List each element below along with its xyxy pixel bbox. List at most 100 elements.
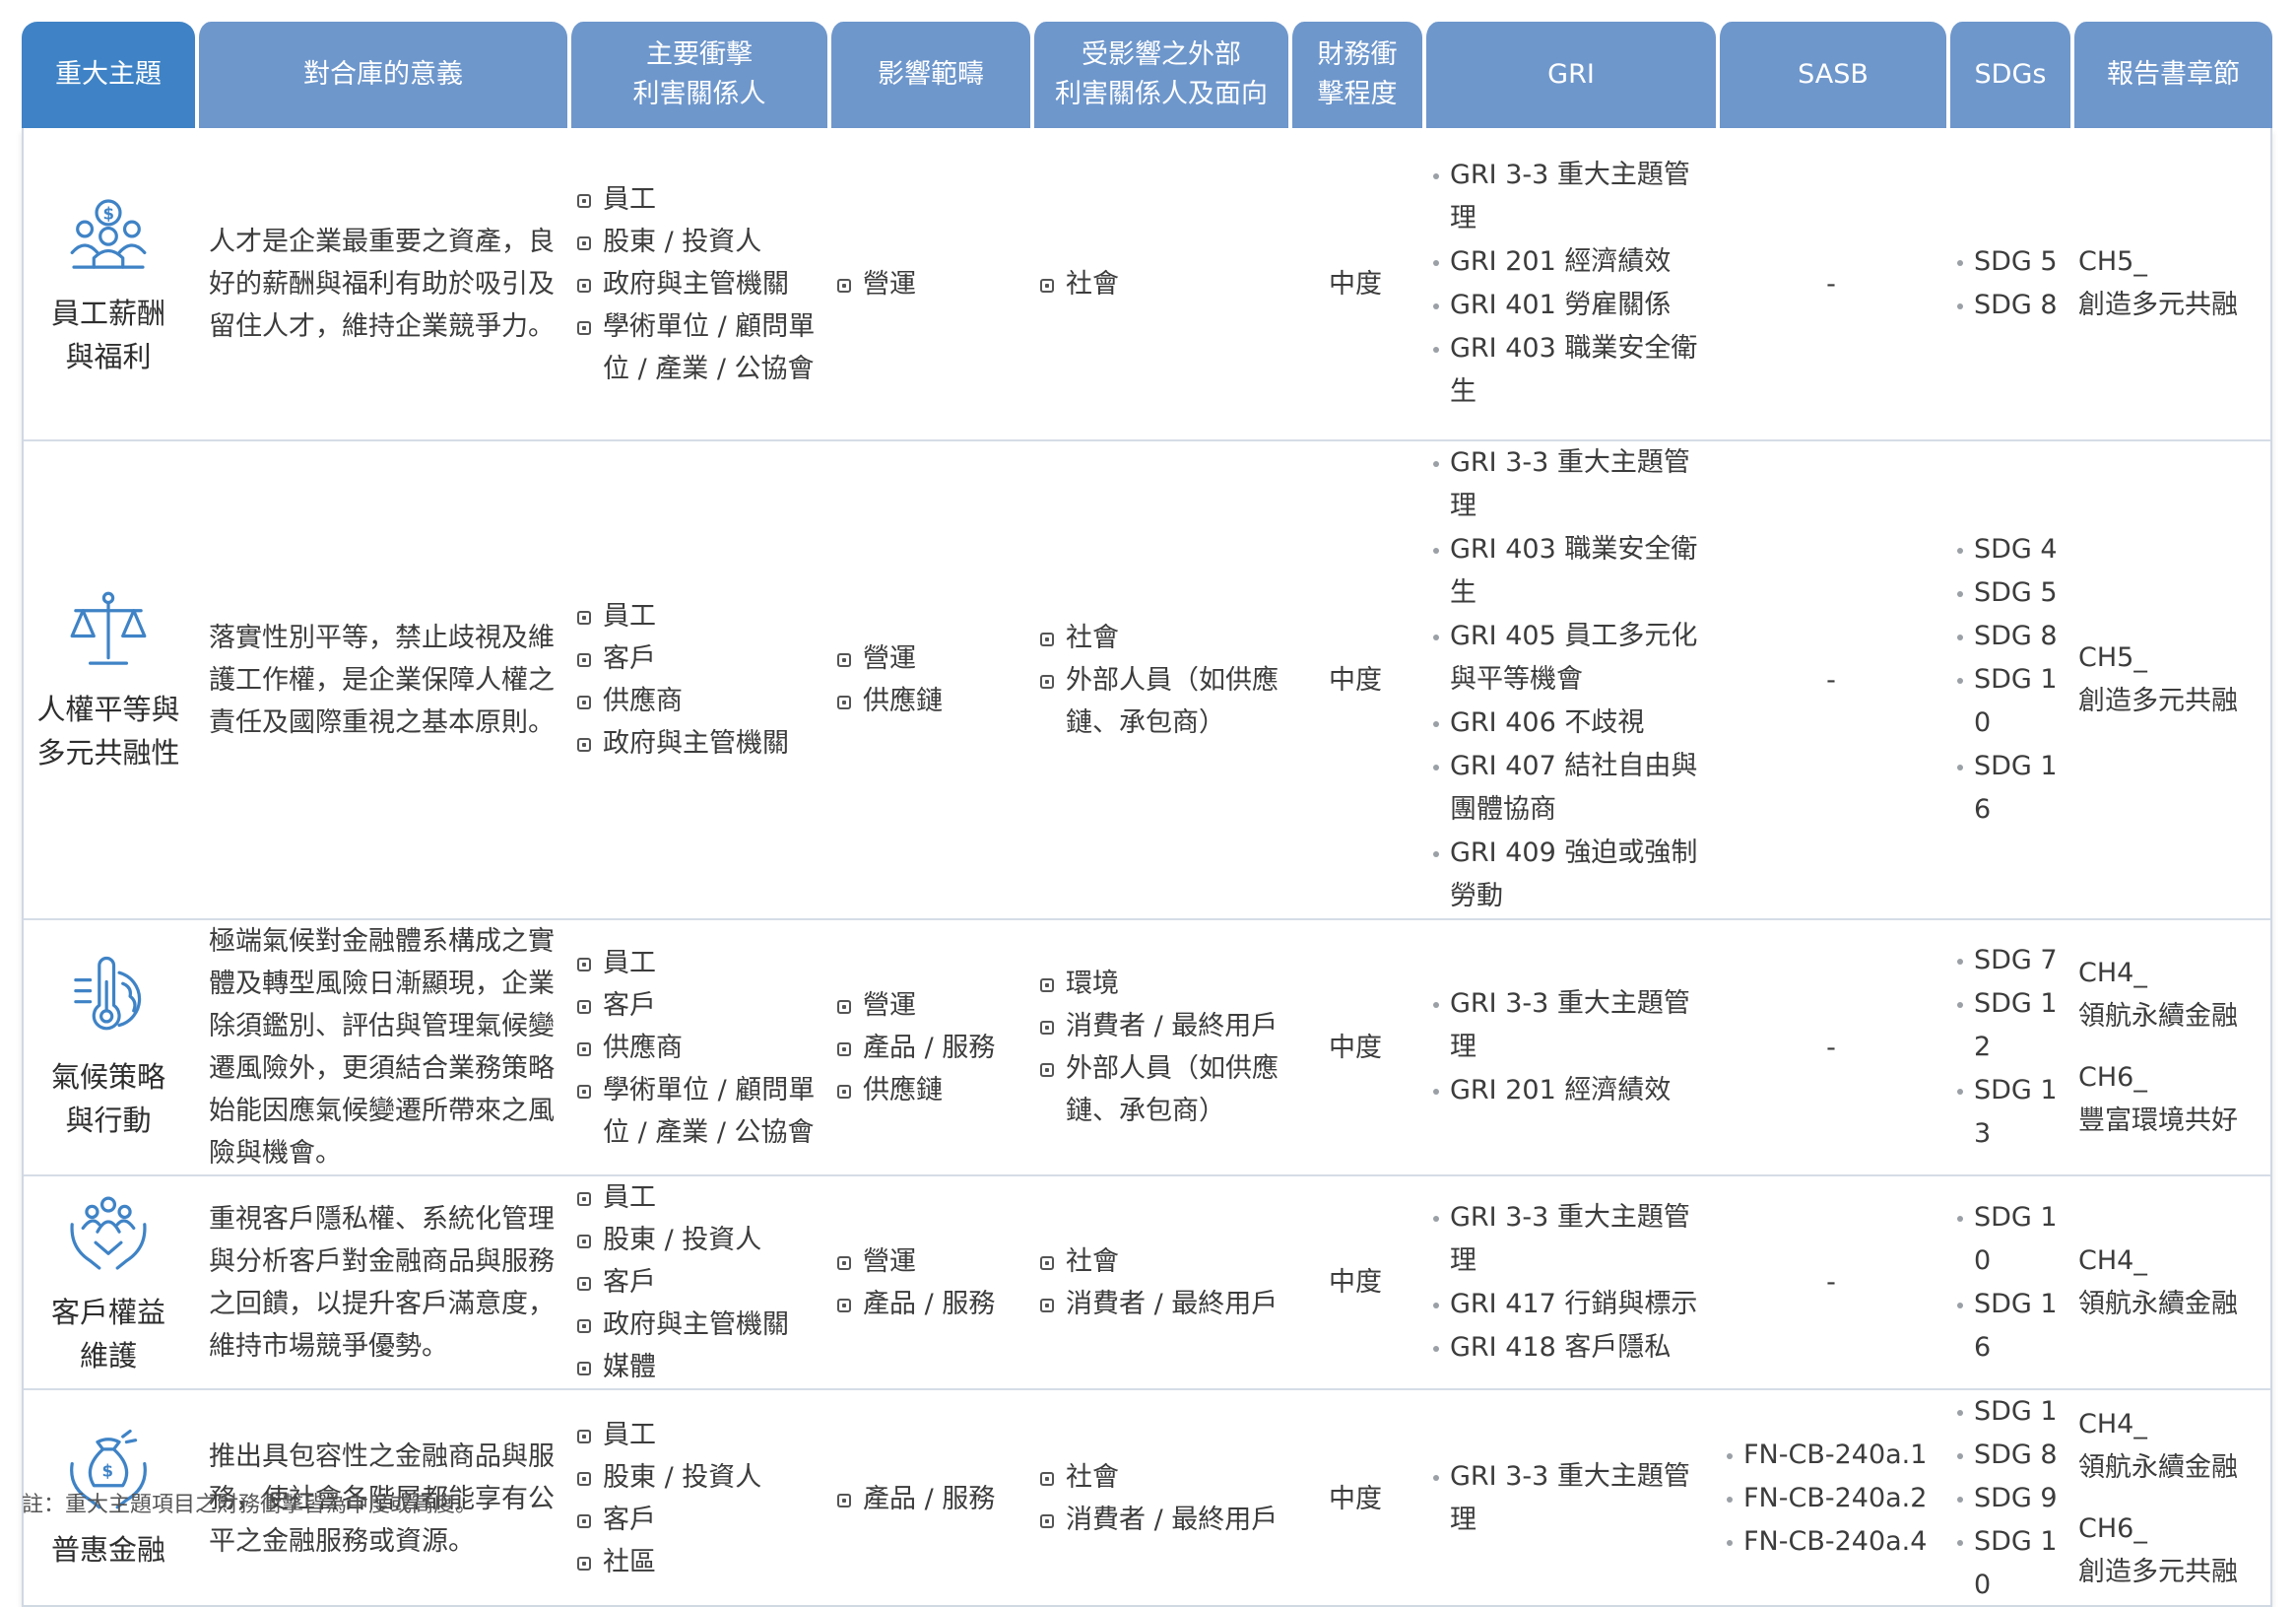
- material-topics-table-wrapper: 重大主題 對合庫的意義 主要衝擊 利害關係人 影響範疇 受影響之外部 利害關係人及面…: [22, 22, 2272, 1607]
- gri-cell: GRI 3-3 重大主題管理 GRI 201 經濟績效 GRI 401 勞雇關係 GR…: [1422, 128, 1716, 441]
- financial-impact-cell: 中度: [1288, 441, 1422, 920]
- topic-name-line: 人權平等與: [36, 693, 180, 726]
- sdgs-cell: SDG 10 SDG 16: [1946, 1176, 2070, 1390]
- sdg-item: SDG 16: [1954, 1283, 2063, 1370]
- external-item: 消費者 / 最終用戶: [1038, 1283, 1280, 1325]
- stakeholder-item-list: 員工 股東 / 投資人 客戶 政府與主管機關 媒體: [575, 1176, 820, 1388]
- external-item-list: 社會 外部人員（如供應鏈、承包商）: [1038, 617, 1280, 744]
- gri-item: GRI 201 經濟績效: [1430, 1069, 1708, 1112]
- topic-name-line: 普惠金融: [50, 1533, 165, 1567]
- gri-item: GRI 407 結社自由與團體協商: [1430, 745, 1708, 832]
- svg-text:$: $: [102, 1462, 114, 1481]
- gri-item-list: GRI 3-3 重大主題管理 GRI 403 職業安全衛生 GRI 405 員工多元…: [1430, 441, 1708, 918]
- sasb-empty: -: [1826, 664, 1836, 696]
- stakeholder-item: 客戶: [575, 637, 820, 680]
- sasb-item: FN-CB-240a.4: [1724, 1520, 1938, 1564]
- stakeholder-item-list: 員工 股東 / 投資人 客戶 社區: [575, 1414, 820, 1583]
- external-item-list: 環境 消費者 / 最終用戶 外部人員（如供應鏈、承包商）: [1038, 963, 1280, 1132]
- external-item-list: 社會: [1038, 263, 1280, 305]
- gri-item: GRI 405 員工多元化與平等機會: [1430, 615, 1708, 702]
- stakeholder-item: 學術單位 / 顧問單位 / 產業 / 公協會: [575, 1069, 820, 1154]
- sdg-item: SDG 5: [1954, 571, 2063, 615]
- gri-item-list: GRI 3-3 重大主題管理 GRI 417 行銷與標示 GRI 418 客戶隱私: [1430, 1196, 1708, 1370]
- sasb-empty: -: [1826, 1032, 1836, 1063]
- meaning-cell: 重視客戶隱私權、系統化管理與分析客戶對金融商品與服務之回饋，以提升客戶滿意度，維…: [195, 1176, 567, 1390]
- topic-name-line: 與福利: [65, 340, 152, 373]
- topic-name: 氣候策略 與行動: [26, 1055, 191, 1142]
- sasb-item: FN-CB-240a.1: [1724, 1434, 1938, 1477]
- sasb-item-list: FN-CB-240a.1 FN-CB-240a.2 FN-CB-240a.4: [1724, 1434, 1938, 1564]
- chapter-title: 領航永續金融: [2078, 1001, 2238, 1032]
- stakeholders-cell: 員工 客戶 供應商 政府與主管機關: [567, 441, 827, 920]
- table-row: 客戶權益 維護 重視客戶隱私權、系統化管理與分析客戶對金融商品與服務之回饋，以提升客…: [22, 1176, 2272, 1390]
- sdgs-cell: SDG 4 SDG 5 SDG 8 SDG 10 SDG 16: [1946, 441, 2070, 920]
- sdg-item: SDG 5: [1954, 240, 2063, 284]
- gri-item-list: GRI 3-3 重大主題管理: [1430, 1455, 1708, 1542]
- external-cell: 社會: [1030, 128, 1288, 441]
- topic-name: 人權平等與多元共融性: [26, 688, 191, 774]
- header-scope: 影響範疇: [827, 22, 1030, 128]
- gri-cell: GRI 3-3 重大主題管理: [1422, 1390, 1716, 1607]
- scope-cell: 營運: [827, 128, 1030, 441]
- chapter-code: CH4_: [2078, 1244, 2147, 1276]
- topic-name: 員工薪酬 與福利: [26, 292, 191, 378]
- svg-text:$: $: [102, 204, 114, 223]
- scope-item-list: 營運 供應鏈: [835, 637, 1022, 722]
- gri-item: GRI 417 行銷與標示: [1430, 1283, 1708, 1326]
- table-row: 人權平等與 多元共融性 落實性別平等，禁止歧視及維護工作權，是企業保障人權之責任及國…: [22, 441, 2272, 920]
- sdg-item: SDG 12: [1954, 982, 2063, 1069]
- customer-care-icon: [63, 1188, 154, 1279]
- financial-impact-cell: 中度: [1288, 1176, 1422, 1390]
- stakeholder-item: 員工: [575, 1414, 820, 1456]
- climate-thermometer-icon: [63, 953, 154, 1043]
- scope-item: 營運: [835, 1240, 1022, 1283]
- stakeholder-item: 媒體: [575, 1346, 820, 1388]
- scope-cell: 營運 供應鏈: [827, 441, 1030, 920]
- scope-item-list: 營運: [835, 263, 1022, 305]
- stakeholder-item: 客戶: [575, 1261, 820, 1304]
- meaning-cell: 人才是企業最重要之資產，良好的薪酬與福利有助於吸引及留住人才，維持企業競爭力。: [195, 128, 567, 441]
- chapter-title: 領航永續金融: [2078, 1452, 2238, 1483]
- external-item: 社會: [1038, 1456, 1280, 1499]
- topic-name-line: 客戶權益: [50, 1295, 165, 1329]
- stakeholder-item: 股東 / 投資人: [575, 1219, 820, 1261]
- chapter-code: CH5_: [2078, 246, 2147, 277]
- header-sasb: SASB: [1716, 22, 1946, 128]
- chapter-title: 創造多元共融: [2078, 686, 2238, 716]
- header-meaning: 對合庫的意義: [195, 22, 567, 128]
- table-row: 氣候策略 與行動 極端氣候對金融體系構成之實體及轉型風險日漸顯現，企業除須鑑別、評估…: [22, 920, 2272, 1176]
- stakeholder-item-list: 員工 股東 / 投資人 政府與主管機關 學術單位 / 顧問單位 / 產業 / 公協會: [575, 178, 820, 390]
- gri-item: GRI 3-3 重大主題管理: [1430, 1455, 1708, 1542]
- header-stakeholders: 主要衝擊 利害關係人: [567, 22, 827, 128]
- external-item: 環境: [1038, 963, 1280, 1005]
- topic-cell: 人權平等與多元共融性: [22, 441, 195, 920]
- scope-item-list: 營運 產品 / 服務 供應鏈: [835, 984, 1022, 1111]
- chapter-cell: CH4_ 領航永續金融: [2070, 1176, 2272, 1390]
- topic-name: 客戶權益 維護: [26, 1291, 191, 1377]
- stakeholders-cell: 員工 股東 / 投資人 客戶 政府與主管機關 媒體: [567, 1176, 827, 1390]
- scope-item: 產品 / 服務: [835, 1478, 1022, 1520]
- material-topics-table: 重大主題 對合庫的意義 主要衝擊 利害關係人 影響範疇 受影響之外部 利害關係人及面…: [22, 22, 2272, 1607]
- sdg-item: SDG 13: [1954, 1069, 2063, 1156]
- sasb-cell: -: [1716, 1176, 1946, 1390]
- sasb-item: FN-CB-240a.2: [1724, 1477, 1938, 1520]
- external-cell: 社會 外部人員（如供應鏈、承包商）: [1030, 441, 1288, 920]
- scope-item: 供應鏈: [835, 1069, 1022, 1111]
- scope-cell: 產品 / 服務: [827, 1390, 1030, 1607]
- topic-name: 普惠金融: [26, 1528, 191, 1572]
- stakeholder-item: 客戶: [575, 1499, 820, 1541]
- external-item: 社會: [1038, 263, 1280, 305]
- topic-name-line: 多元共融性: [36, 736, 180, 770]
- stakeholder-item: 員工: [575, 178, 820, 221]
- chapter-cell: CH4_ 領航永續金融 CH6_ 豐富環境共好: [2070, 920, 2272, 1176]
- stakeholder-item: 政府與主管機關: [575, 722, 820, 765]
- external-item: 消費者 / 最終用戶: [1038, 1499, 1280, 1541]
- external-item: 社會: [1038, 617, 1280, 659]
- topic-name-line: 維護: [79, 1338, 137, 1373]
- scope-cell: 營運 產品 / 服務 供應鏈: [827, 920, 1030, 1176]
- external-item-list: 社會 消費者 / 最終用戶: [1038, 1456, 1280, 1541]
- scope-item: 營運: [835, 984, 1022, 1027]
- stakeholder-item: 員工: [575, 1176, 820, 1219]
- sdg-item: SDG 8: [1954, 1434, 2063, 1477]
- external-item: 外部人員（如供應鏈、承包商）: [1038, 659, 1280, 744]
